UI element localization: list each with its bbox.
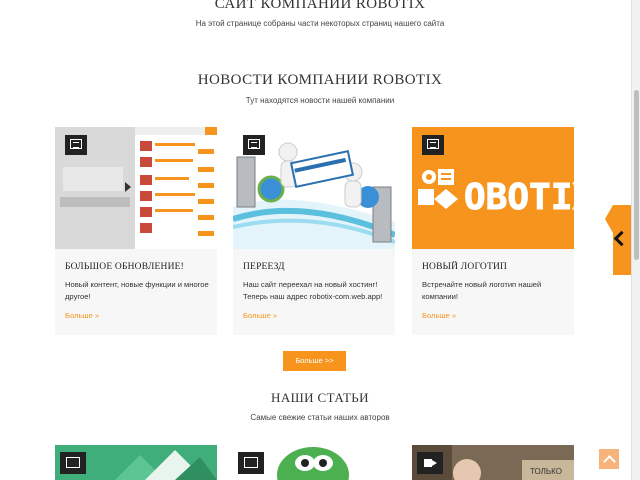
news-card[interactable]: OBOTIX Новый логотип Встречайте новый ло…: [412, 127, 574, 335]
articles-section-title: Наши статьи: [271, 390, 369, 405]
news-card-image[interactable]: OBOTIX: [412, 127, 574, 249]
news-card-text: Встречайте новый логотип нашей компании!: [422, 280, 542, 301]
article-card[interactable]: [55, 445, 217, 480]
gallery-icon: [65, 135, 87, 155]
image-icon: [238, 452, 264, 474]
side-panel-toggle[interactable]: [605, 205, 633, 275]
scrollbar-thumb[interactable]: [634, 90, 639, 260]
page-scrollbar[interactable]: [631, 0, 640, 480]
news-card[interactable]: Переезд Наш сайт переехал на новый хости…: [233, 127, 395, 335]
gallery-icon: [243, 135, 265, 155]
news-card-title[interactable]: Переезд: [243, 262, 285, 272]
articles-section-subtitle: Самые свежие статьи наших авторов: [250, 413, 390, 422]
news-card-more-link[interactable]: Больше »: [65, 311, 99, 320]
gallery-icon: [422, 135, 444, 155]
news-card-title[interactable]: Большое обновление!: [65, 262, 184, 272]
news-card-text: Наш сайт переехал на новый хостинг! Тепе…: [243, 280, 383, 301]
more-news-button[interactable]: Больше >>: [283, 351, 346, 371]
news-card-image[interactable]: [55, 127, 217, 249]
news-card-more-link[interactable]: Больше »: [422, 311, 456, 320]
image-icon: [60, 452, 86, 474]
video-icon: [417, 452, 443, 474]
chevron-left-icon: [613, 230, 630, 247]
back-to-top-button[interactable]: [599, 449, 619, 469]
news-section-subtitle: Тут находятся новости нашей компании: [245, 96, 395, 105]
news-card-title[interactable]: Новый логотип: [422, 262, 507, 272]
article-card[interactable]: ТОЛЬКО: [412, 445, 574, 480]
logo-text: OBOTIX: [464, 177, 574, 218]
top-section-title: Сайт компании ROBOTIX: [214, 0, 426, 12]
chevron-up-icon: [603, 455, 616, 468]
news-card[interactable]: Большое обновление! Новый контент, новые…: [55, 127, 217, 335]
news-card-text: Новый контент, новые функции и многое др…: [65, 280, 209, 301]
news-section-title: Новости компании ROBOTIX: [197, 72, 443, 88]
article-overlay-text: ТОЛЬКО: [530, 467, 562, 476]
news-card-more-link[interactable]: Больше »: [243, 311, 277, 320]
news-card-image[interactable]: [233, 127, 395, 249]
article-card[interactable]: [233, 445, 395, 480]
top-section-subtitle: На этой странице собраны части некоторых…: [195, 19, 445, 28]
